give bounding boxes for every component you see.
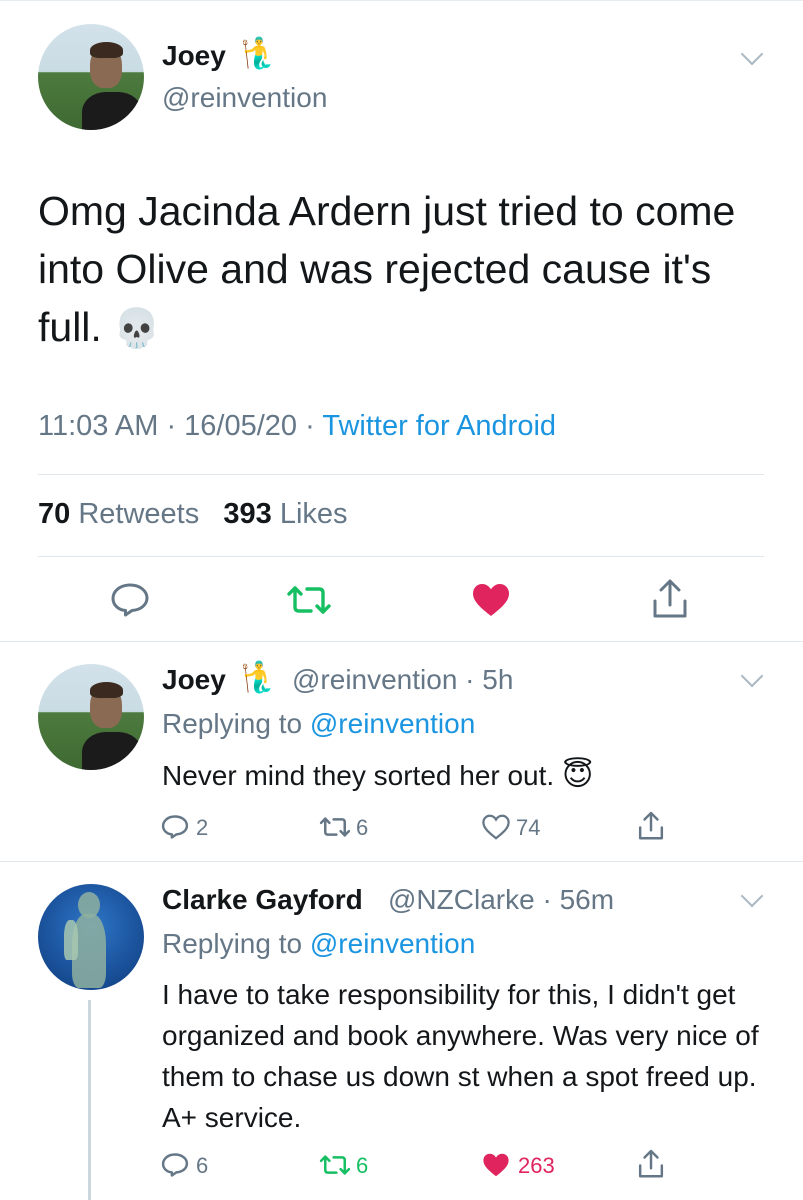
tweet-date: 16/05/20 <box>184 410 298 442</box>
reply-button[interactable] <box>160 812 190 842</box>
top-border <box>0 0 803 1</box>
reply-text: I have to take responsibility for this, … <box>162 979 759 1133</box>
reply-count: 2 <box>196 815 209 840</box>
reply-icon <box>161 815 189 839</box>
chevron-down-icon[interactable] <box>740 42 764 66</box>
reply-age: 5h <box>482 664 514 695</box>
reply-author-handle[interactable]: @reinvention · 5h <box>292 664 513 696</box>
avatar[interactable] <box>38 24 144 130</box>
share-icon <box>653 579 687 618</box>
engagement-stats: 70 Retweets 393 Likes <box>38 498 348 531</box>
tweet-meta: 11:03 AM · 16/05/20 · Twitter for Androi… <box>38 410 557 442</box>
retweet-count: 6 <box>356 815 369 840</box>
merperson-emoji-icon: 🧜‍♂️ <box>240 36 278 71</box>
tweet-text: Omg Jacinda Ardern just tried to come in… <box>38 188 736 350</box>
reply-author-name[interactable]: Joey <box>162 664 226 696</box>
share-button[interactable] <box>648 576 692 622</box>
retweet-button[interactable] <box>318 1150 352 1180</box>
tweet-time: 11:03 AM <box>38 410 159 442</box>
merperson-emoji-icon: 🧜‍♂️ <box>240 660 278 695</box>
author-name[interactable]: Joey <box>162 40 226 72</box>
reply-avatar[interactable] <box>38 884 144 990</box>
heart-outline-icon <box>482 814 510 840</box>
like-button[interactable] <box>466 578 516 622</box>
chevron-down-icon[interactable] <box>740 664 764 688</box>
like-button[interactable] <box>480 812 512 842</box>
reply-text: Never mind they sorted her out. 😇 <box>162 758 594 793</box>
likes-label[interactable]: Likes <box>280 498 348 530</box>
like-count: 263 <box>518 1153 555 1178</box>
reply-age: 56m <box>559 884 615 915</box>
share-icon <box>638 1149 664 1178</box>
divider <box>38 474 764 475</box>
retweet-button[interactable] <box>282 578 336 622</box>
divider <box>0 641 803 642</box>
tweet-source-link[interactable]: Twitter for Android <box>322 410 556 442</box>
chevron-down-icon[interactable] <box>740 884 764 908</box>
thread-line <box>88 1000 91 1200</box>
heart-icon <box>473 584 509 616</box>
like-count: 74 <box>516 815 541 840</box>
divider <box>38 556 764 557</box>
reply-icon <box>161 1153 189 1177</box>
replying-to: Replying to @reinvention <box>162 708 476 739</box>
retweet-icon <box>319 817 351 837</box>
retweet-icon <box>319 1155 351 1175</box>
retweets-label[interactable]: Retweets <box>78 498 199 530</box>
reply-author-handle[interactable]: @NZClarke · 56m <box>388 884 614 916</box>
heart-icon <box>483 1153 509 1177</box>
replying-to: Replying to @reinvention <box>162 928 476 959</box>
halo-smile-emoji-icon: 😇 <box>561 758 594 793</box>
likes-count[interactable]: 393 <box>223 498 271 530</box>
share-button[interactable] <box>636 810 666 842</box>
retweet-icon <box>287 586 331 614</box>
share-button[interactable] <box>636 1148 666 1180</box>
retweet-count: 6 <box>356 1153 369 1178</box>
reply-button[interactable] <box>106 578 154 622</box>
reply-count: 6 <box>196 1153 209 1178</box>
retweet-button[interactable] <box>318 812 352 842</box>
author-handle[interactable]: @reinvention <box>162 82 327 114</box>
reply-author-name[interactable]: Clarke Gayford <box>162 884 363 916</box>
reply-icon <box>111 583 149 617</box>
retweets-count[interactable]: 70 <box>38 498 70 530</box>
like-button[interactable] <box>480 1150 512 1180</box>
reply-button[interactable] <box>160 1150 190 1180</box>
reply-avatar[interactable] <box>38 664 144 770</box>
replying-to-link[interactable]: @reinvention <box>310 928 475 959</box>
divider <box>0 861 803 862</box>
skull-emoji-icon: 💀 <box>113 306 161 350</box>
share-icon <box>638 811 664 840</box>
replying-to-link[interactable]: @reinvention <box>310 708 475 739</box>
